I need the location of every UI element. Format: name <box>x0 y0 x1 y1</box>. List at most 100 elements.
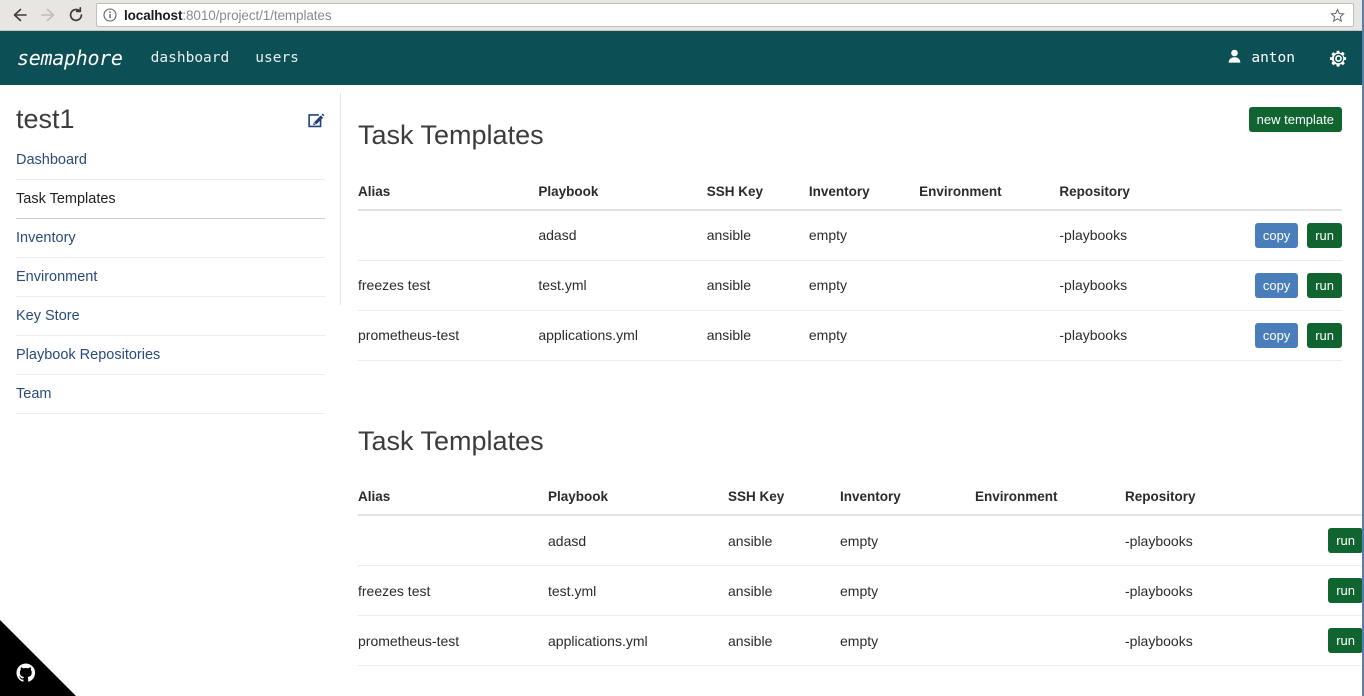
page-body: test1 Dashboard Task Templates Inventory… <box>0 85 1364 696</box>
column-header-playbook: Playbook <box>548 489 728 517</box>
table-head: Alias Playbook SSH Key Inventory Environ… <box>358 183 1342 211</box>
cell-ssh-key: ansible <box>706 209 809 261</box>
forward-arrow-icon <box>34 1 62 29</box>
run-button[interactable]: run <box>1307 322 1342 348</box>
cell-actions: copy run <box>1229 260 1342 311</box>
reload-icon[interactable] <box>62 1 90 29</box>
column-header-ssh-key: SSH Key <box>728 489 840 517</box>
brand-logo[interactable]: semaphore <box>17 46 123 70</box>
sidebar-item-team[interactable]: Team <box>16 375 325 414</box>
page-title-secondary: Task Templates <box>358 425 544 456</box>
cell-ssh-key: ansible <box>728 565 840 617</box>
cell-environment <box>919 260 1060 311</box>
sidebar-item-key-store[interactable]: Key Store <box>16 297 325 336</box>
column-header-inventory: Inventory <box>808 183 920 211</box>
table-row[interactable]: adasd ansible empty -playbooks copy run <box>358 209 1342 261</box>
table-row[interactable]: freezes test test.yml ansible empty -pla… <box>358 565 1363 617</box>
section-header: Task Templates <box>358 391 1342 476</box>
column-header-actions <box>1303 489 1363 517</box>
url-text: localhost:8010/project/1/templates <box>124 8 1327 23</box>
column-header-playbook: Playbook <box>538 183 707 211</box>
task-templates-section-secondary: Task Templates Alias Playbook SSH Key In… <box>358 391 1363 667</box>
user-name: anton <box>1251 50 1295 66</box>
github-ribbon-link[interactable] <box>0 620 76 696</box>
back-arrow-icon[interactable] <box>6 1 34 29</box>
user-icon <box>1228 49 1241 68</box>
cell-environment <box>975 615 1125 667</box>
url-bar[interactable]: localhost:8010/project/1/templates <box>96 3 1354 27</box>
column-header-environment: Environment <box>975 489 1125 517</box>
copy-button[interactable]: copy <box>1254 322 1299 348</box>
cell-environment <box>975 565 1125 617</box>
cell-actions: copy run <box>1229 209 1342 261</box>
sidebar: test1 Dashboard Task Templates Inventory… <box>0 85 341 696</box>
run-button[interactable]: run <box>1307 222 1342 248</box>
copy-button[interactable]: copy <box>1254 272 1299 298</box>
url-path: :8010/project/1/templates <box>182 7 332 23</box>
task-templates-section-primary: Task Templates new template Alias Playbo… <box>358 85 1342 361</box>
sidebar-item-environment[interactable]: Environment <box>16 258 325 297</box>
table-body: adasd ansible empty -playbooks copy run … <box>358 209 1342 361</box>
cell-inventory: empty <box>808 310 920 361</box>
table-row[interactable]: prometheus-test applications.yml ansible… <box>358 310 1342 361</box>
cell-playbook: applications.yml <box>538 310 707 361</box>
nav-link-dashboard[interactable]: dashboard <box>151 50 230 66</box>
cell-actions: run <box>1303 615 1363 667</box>
app-navbar: semaphore dashboard users anton <box>0 31 1364 85</box>
table-row[interactable]: prometheus-test applications.yml ansible… <box>358 615 1363 667</box>
cell-actions: copy run <box>1229 310 1342 361</box>
cell-ssh-key: ansible <box>706 310 809 361</box>
main-content: Task Templates new template Alias Playbo… <box>341 85 1364 696</box>
cell-repository: -playbooks <box>1125 615 1303 667</box>
copy-button[interactable]: copy <box>1254 222 1299 248</box>
sidebar-item-inventory[interactable]: Inventory <box>16 219 325 258</box>
cell-alias <box>358 209 539 261</box>
cell-environment <box>975 515 1125 567</box>
table-header-row: Alias Playbook SSH Key Inventory Environ… <box>358 183 1342 211</box>
sidebar-item-playbook-repositories[interactable]: Playbook Repositories <box>16 336 325 375</box>
cell-repository: -playbooks <box>1059 209 1230 261</box>
run-button[interactable]: run <box>1328 578 1363 604</box>
column-header-ssh-key: SSH Key <box>706 183 809 211</box>
browser-toolbar: localhost:8010/project/1/templates <box>0 0 1364 31</box>
url-host: localhost <box>124 7 183 23</box>
table-row[interactable]: adasd ansible empty -playbooks run <box>358 515 1363 567</box>
column-header-alias: Alias <box>358 183 539 211</box>
cell-repository: -playbooks <box>1059 260 1230 311</box>
column-header-environment: Environment <box>919 183 1060 211</box>
nav-link-users[interactable]: users <box>255 50 299 66</box>
column-header-alias: Alias <box>358 489 548 517</box>
table-row[interactable]: freezes test test.yml ansible empty -pla… <box>358 260 1342 311</box>
task-templates-table-secondary: Alias Playbook SSH Key Inventory Environ… <box>358 489 1363 667</box>
cell-alias <box>358 515 548 567</box>
cell-playbook: adasd <box>548 515 728 567</box>
site-info-icon[interactable] <box>103 8 117 22</box>
cell-actions: run <box>1303 565 1363 617</box>
new-template-button[interactable]: new template <box>1248 107 1342 132</box>
cell-repository: -playbooks <box>1125 515 1303 567</box>
user-menu[interactable]: anton <box>1228 49 1295 68</box>
star-icon[interactable] <box>1327 5 1347 25</box>
cell-actions: run <box>1303 515 1363 567</box>
cell-inventory: empty <box>808 209 920 261</box>
cell-alias: prometheus-test <box>358 310 539 361</box>
cell-environment <box>919 310 1060 361</box>
cell-alias: freezes test <box>358 565 548 617</box>
run-button[interactable]: run <box>1328 528 1363 554</box>
cell-repository: -playbooks <box>1059 310 1230 361</box>
gear-icon[interactable] <box>1329 49 1348 68</box>
table-head: Alias Playbook SSH Key Inventory Environ… <box>358 489 1363 517</box>
cell-ssh-key: ansible <box>728 615 840 667</box>
sidebar-item-task-templates[interactable]: Task Templates <box>16 180 325 219</box>
column-header-inventory: Inventory <box>840 489 975 517</box>
run-button[interactable]: run <box>1307 272 1342 298</box>
cell-ssh-key: ansible <box>706 260 809 311</box>
sidebar-item-dashboard[interactable]: Dashboard <box>16 141 325 180</box>
run-button[interactable]: run <box>1328 628 1363 654</box>
edit-pencil-icon[interactable] <box>308 105 325 133</box>
cell-inventory: empty <box>840 565 975 617</box>
cell-inventory: empty <box>808 260 920 311</box>
cell-repository: -playbooks <box>1125 565 1303 617</box>
sidebar-menu: Dashboard Task Templates Inventory Envir… <box>0 141 341 414</box>
cell-alias: prometheus-test <box>358 615 548 667</box>
